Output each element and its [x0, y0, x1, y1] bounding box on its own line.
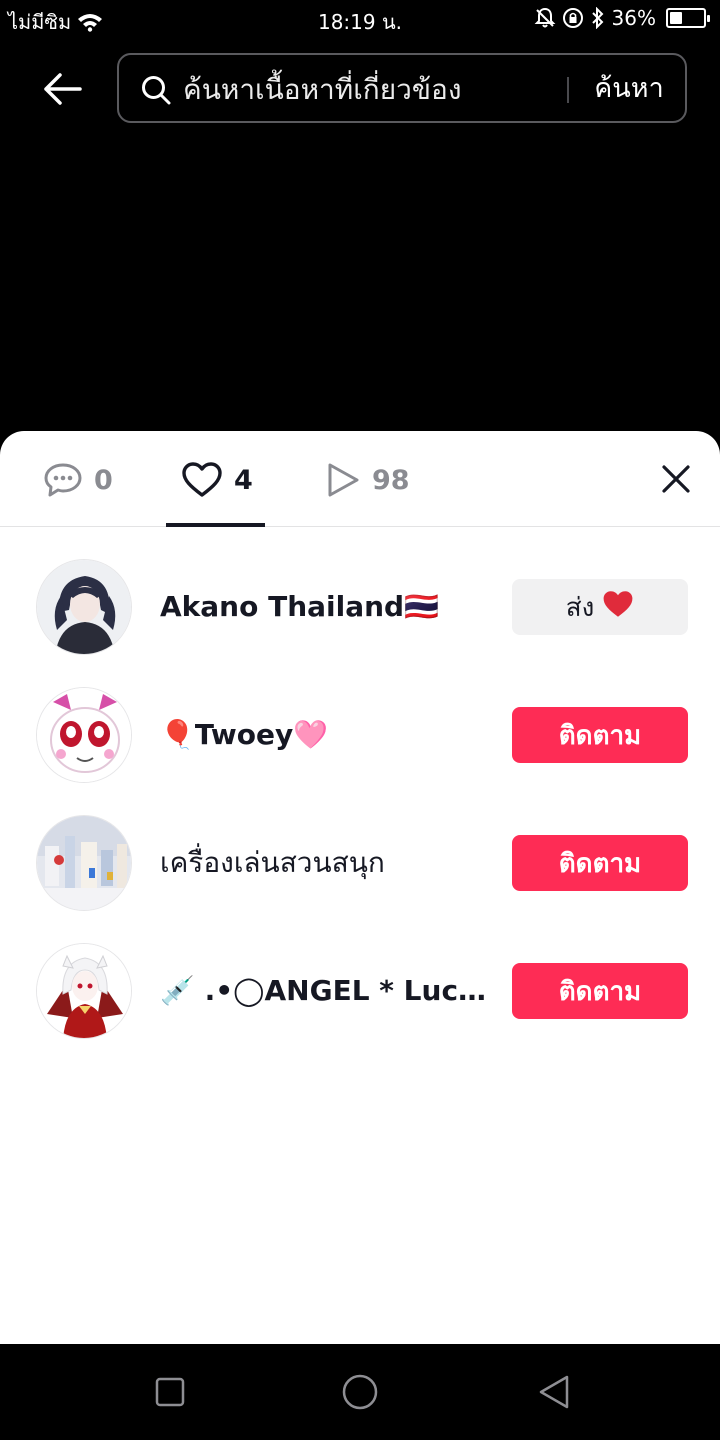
follow-button[interactable]: ติดตาม [512, 835, 688, 891]
play-icon [328, 463, 359, 497]
triangle-back-icon [539, 1375, 569, 1409]
heart-icon [602, 589, 634, 626]
send-heart-button[interactable]: ส่ง [512, 579, 688, 635]
back-nav-button[interactable] [534, 1372, 574, 1412]
username[interactable]: Akano Thailand🇹🇭 [160, 587, 490, 627]
likers-list: Akano Thailand🇹🇭 ส่ง 🎈Twoey🩷 ติดตาม เครื… [0, 559, 720, 1071]
avatar-image [37, 816, 131, 910]
close-button[interactable] [656, 459, 696, 499]
recents-button[interactable] [150, 1372, 190, 1412]
list-item[interactable]: 🎈Twoey🩷 ติดตาม [0, 687, 720, 815]
comments-count: 0 [94, 464, 113, 496]
tab-likes[interactable]: 4 [182, 459, 253, 501]
bluetooth-icon [590, 7, 606, 29]
sheet-tabs: 0 4 98 [0, 431, 720, 527]
circle-icon [342, 1374, 378, 1410]
search-submit-button[interactable]: ค้นหา [579, 69, 679, 109]
search-input[interactable] [183, 67, 553, 111]
avatar[interactable] [36, 943, 132, 1039]
likes-sheet: 0 4 98 Akano Thailand🇹🇭 ส่ง 🎈Twoey🩷 ติดต… [0, 431, 720, 1344]
search-divider [567, 77, 569, 103]
list-item[interactable]: Akano Thailand🇹🇭 ส่ง [0, 559, 720, 687]
rotation-lock-icon [562, 7, 584, 29]
views-count: 98 [372, 464, 410, 496]
username[interactable]: 💉 .•◯ANGEL * Luciu... [160, 971, 490, 1011]
arrow-left-icon [44, 73, 82, 105]
username[interactable]: 🎈Twoey🩷 [160, 715, 490, 755]
avatar-image [37, 560, 131, 654]
follow-button[interactable]: ติดตาม [512, 707, 688, 763]
close-icon [662, 465, 690, 493]
battery-level [670, 12, 682, 24]
search-bar: ค้นหา [117, 53, 687, 123]
home-button[interactable] [340, 1372, 380, 1412]
list-item[interactable]: 💉 .•◯ANGEL * Luciu... ติดตาม [0, 943, 720, 1071]
battery-percent: 36% [611, 6, 656, 30]
avatar-image [37, 944, 131, 1038]
tab-comments[interactable]: 0 [44, 459, 113, 501]
avatar[interactable] [36, 815, 132, 911]
follow-button[interactable]: ติดตาม [512, 963, 688, 1019]
search-icon [141, 75, 171, 109]
comment-icon [44, 463, 82, 497]
list-item[interactable]: เครื่องเล่นสวนสนุก ติดตาม [0, 815, 720, 943]
tab-views[interactable]: 98 [326, 459, 410, 501]
status-bar: ไม่มีซิม 18:19 น. 36% [0, 0, 720, 38]
heart-outline-icon [182, 462, 222, 497]
active-tab-indicator [166, 523, 265, 527]
avatar-image [37, 688, 131, 782]
username[interactable]: เครื่องเล่นสวนสนุก [160, 843, 490, 883]
send-label: ส่ง [565, 592, 595, 623]
back-button[interactable] [36, 66, 88, 112]
likes-count: 4 [234, 464, 253, 496]
square-icon [155, 1377, 185, 1407]
status-right: 36% [534, 6, 710, 30]
battery-icon [666, 8, 710, 28]
avatar[interactable] [36, 559, 132, 655]
bell-muted-icon [534, 7, 556, 29]
system-nav-bar [0, 1344, 720, 1440]
avatar[interactable] [36, 687, 132, 783]
